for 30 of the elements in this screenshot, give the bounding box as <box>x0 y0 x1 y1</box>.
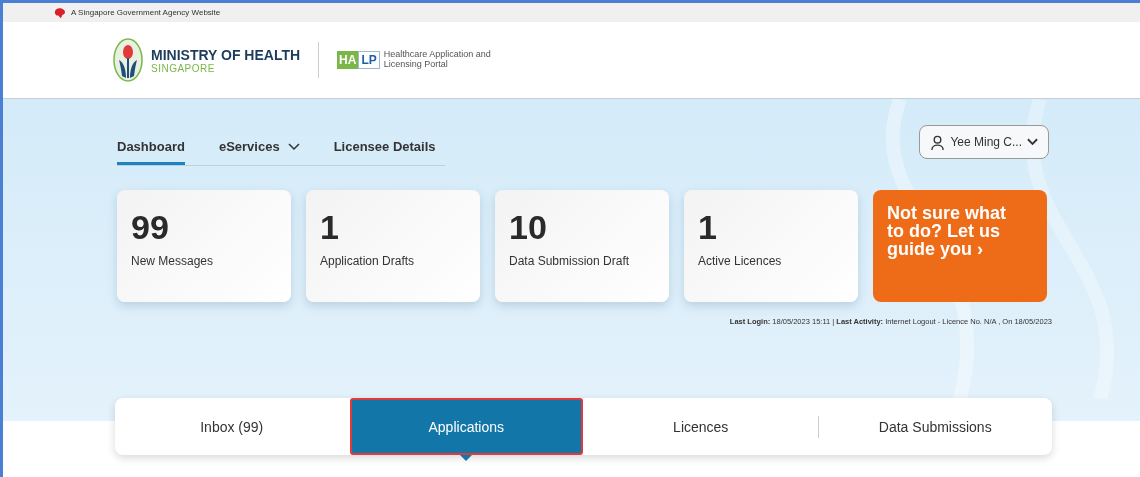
ministry-name: MINISTRY OF HEALTH <box>151 46 301 63</box>
user-icon <box>930 134 946 150</box>
portal-logo-badge: HA <box>337 51 359 69</box>
portal-name: Healthcare Application and Licensing Portal <box>383 50 492 70</box>
chevron-down-icon <box>1027 138 1038 146</box>
stat-label: Data Submission Draft <box>509 254 631 268</box>
section-tab[interactable]: Applications <box>349 398 583 455</box>
user-menu-button[interactable]: Yee Ming C... <box>919 125 1049 159</box>
stat-label: New Messages <box>131 254 215 268</box>
nav-tab[interactable]: Licensee Details <box>333 139 436 165</box>
stat-card[interactable]: 10 Data Submission Draft <box>495 190 669 302</box>
pointer-icon <box>460 455 473 461</box>
section-tab[interactable]: Licences <box>584 398 818 455</box>
nav-tab[interactable]: Dashboard <box>117 139 185 165</box>
stat-count: 99 <box>131 210 170 244</box>
gov-text: A Singapore Government Agency Website <box>71 8 221 17</box>
stat-card[interactable]: 99 New Messages <box>117 190 291 302</box>
stat-card[interactable]: 1 Application Drafts <box>306 190 480 302</box>
stat-count: 10 <box>509 210 548 244</box>
section-tab[interactable]: Inbox (99) <box>115 398 349 455</box>
stat-count: 1 <box>320 210 340 244</box>
stat-label: Application Drafts <box>320 254 416 268</box>
country-name: SINGAPORE <box>151 62 216 74</box>
portal-logo-badge: LP <box>358 51 380 69</box>
stat-count: 1 <box>698 210 718 244</box>
section-tab[interactable]: Data Submissions <box>818 398 1052 455</box>
stat-card[interactable]: 1 Active Licences <box>684 190 858 302</box>
stat-label: Active Licences <box>698 254 783 268</box>
nav-tab[interactable]: eServices <box>218 139 300 165</box>
ministry-logo-icon <box>113 38 143 82</box>
